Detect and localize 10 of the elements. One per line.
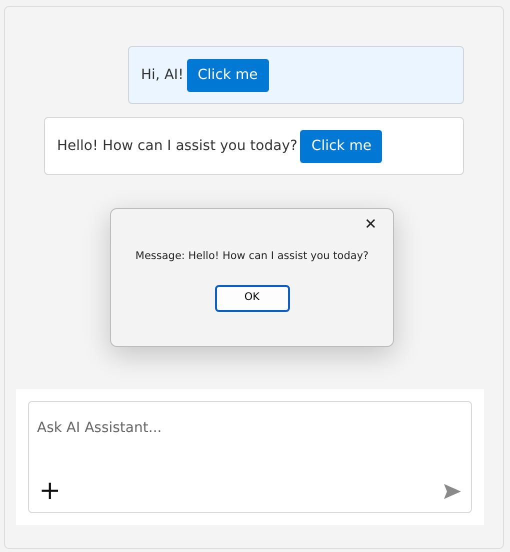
close-button[interactable]: ✕ xyxy=(362,215,379,233)
click-me-button[interactable]: Click me xyxy=(300,130,382,162)
dialog-message: Message: Hello! How can I assist you today? xyxy=(135,249,369,264)
user-message-text: Hi, AI! xyxy=(141,66,184,84)
assistant-message-text: Hello! How can I assist you today? xyxy=(57,136,298,156)
click-me-button[interactable]: Click me xyxy=(186,58,269,92)
ok-button[interactable]: OK xyxy=(214,284,290,312)
message-input[interactable]: Ask AI Assistant... + xyxy=(28,401,472,513)
add-button[interactable]: + xyxy=(35,478,65,504)
send-icon[interactable] xyxy=(444,484,461,498)
